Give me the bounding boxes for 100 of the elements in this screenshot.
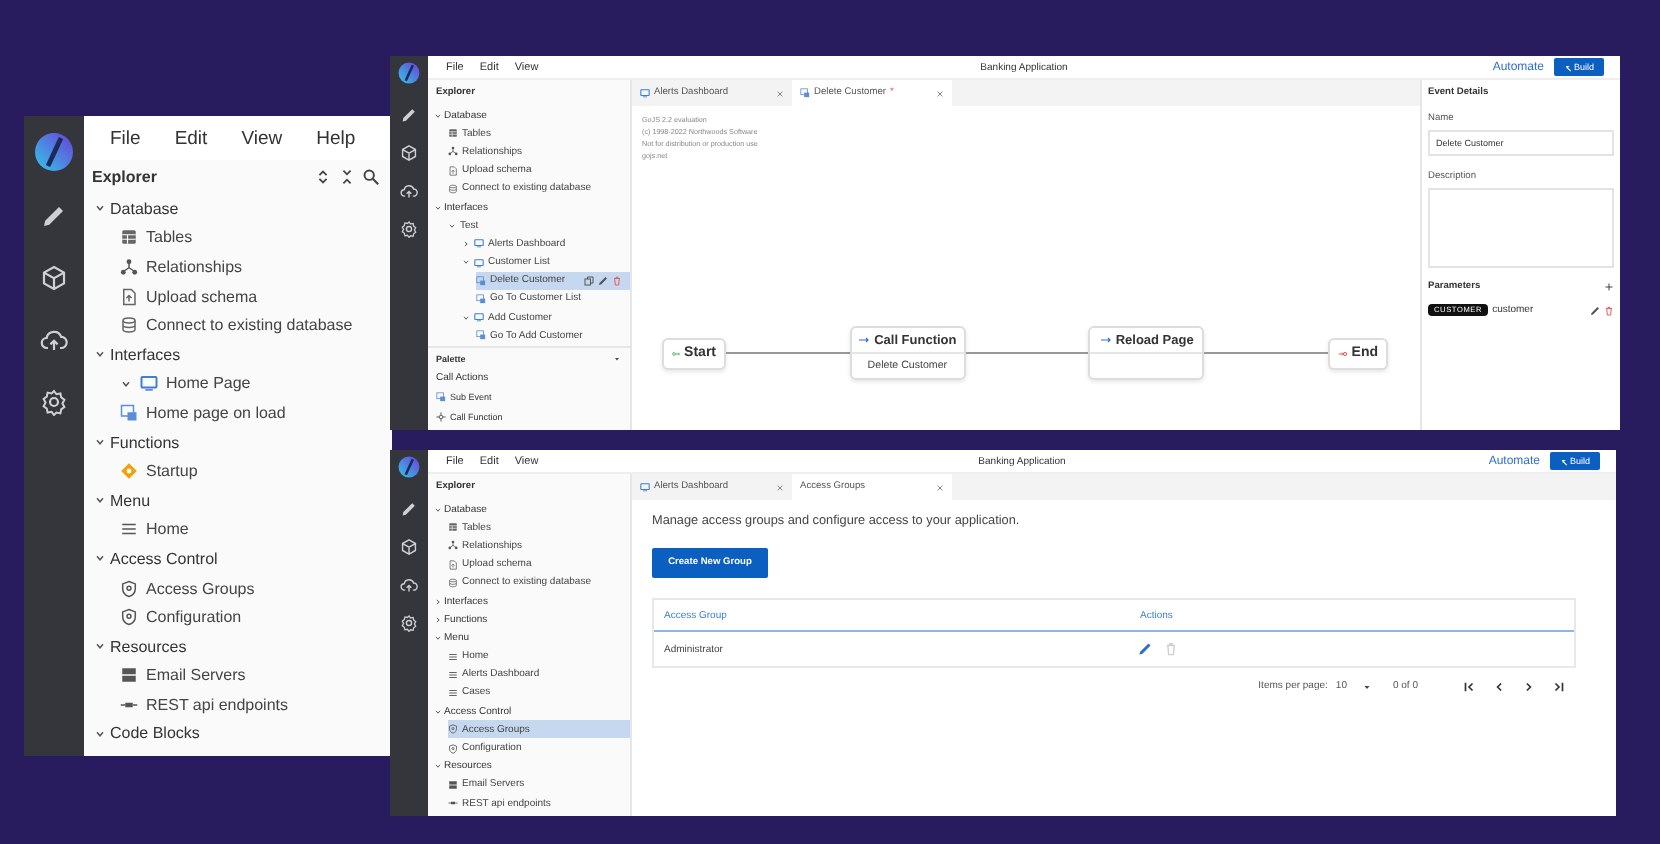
hierarchy-icon (448, 540, 458, 551)
hammer-icon (1559, 457, 1568, 465)
tree-item[interactable]: Connect to existing database (120, 310, 392, 340)
first-page-icon[interactable] (1462, 679, 1476, 693)
cube-icon[interactable] (40, 264, 68, 292)
chevron-left-icon[interactable] (1492, 679, 1506, 693)
gear-icon[interactable] (400, 220, 418, 238)
database-icon (448, 577, 458, 588)
table-icon (120, 228, 138, 247)
tree-item[interactable]: Home (120, 515, 392, 545)
menubar-item[interactable]: Edit (174, 127, 208, 149)
menubar-item[interactable]: Help (316, 127, 356, 149)
arrow-icon (1099, 336, 1112, 344)
shield-icon (448, 724, 458, 735)
tree-item[interactable]: REST api endpoints (120, 690, 392, 720)
edit-icon[interactable] (598, 275, 608, 286)
close-icon[interactable] (776, 89, 784, 97)
menubar-item[interactable]: View (241, 127, 283, 149)
chevron-icon[interactable] (94, 202, 106, 215)
start-icon (672, 349, 681, 357)
chevron-icon[interactable] (120, 377, 132, 390)
hammer-icon (1563, 63, 1572, 71)
monitor-icon (474, 312, 484, 323)
tree-item[interactable]: Configuration (120, 602, 392, 632)
tree-item[interactable]: Relationships (120, 252, 392, 282)
cloud-upload-icon[interactable] (400, 182, 418, 200)
tree-item[interactable]: Tables (120, 223, 392, 253)
connector-line (726, 352, 850, 354)
dropdown-caret-icon[interactable] (1362, 681, 1373, 691)
close-icon[interactable] (936, 483, 944, 491)
file-upload-icon (120, 287, 138, 306)
cube-icon[interactable] (400, 538, 418, 556)
shield-icon (448, 743, 458, 754)
copy-icon[interactable] (584, 275, 594, 286)
gear-icon[interactable] (40, 388, 68, 416)
menu-icon (448, 669, 458, 680)
window-icon (436, 392, 446, 403)
tree-item[interactable]: Home Page (120, 369, 392, 399)
database-icon (120, 316, 138, 335)
shield-icon (120, 608, 138, 627)
tree-item[interactable]: Code Blocks (94, 719, 392, 749)
tree-item[interactable]: Functions (94, 427, 392, 457)
delete-icon[interactable] (1604, 305, 1614, 315)
description-field[interactable] (1428, 188, 1614, 268)
add-icon[interactable] (1604, 282, 1614, 292)
monitor-icon (640, 482, 650, 492)
end-icon (1338, 349, 1348, 357)
arrow-icon (858, 336, 871, 344)
expand-icon[interactable] (314, 168, 332, 186)
caret-icon[interactable] (612, 354, 622, 364)
gear-icon[interactable] (400, 614, 418, 632)
monitor-icon (640, 88, 650, 98)
tree-item[interactable]: Home page on load (120, 398, 392, 428)
tree-item[interactable]: Access Control (94, 544, 392, 574)
search-icon[interactable] (362, 168, 380, 186)
window-icon (476, 330, 486, 341)
chevron-icon[interactable] (94, 494, 106, 507)
logo (398, 62, 420, 84)
tree-item[interactable]: Email Servers (120, 661, 392, 691)
chevron-icon[interactable] (94, 436, 106, 449)
edit-icon[interactable] (1590, 305, 1600, 315)
cloud-upload-icon[interactable] (400, 576, 418, 594)
tree-item[interactable]: Interfaces (94, 339, 392, 370)
menubar-item[interactable]: File (110, 127, 141, 149)
pencil-icon[interactable] (400, 500, 418, 518)
chevron-icon[interactable] (94, 348, 106, 361)
tree-item[interactable]: Startup (120, 456, 392, 486)
last-page-icon[interactable] (1552, 679, 1566, 693)
edit-icon[interactable] (1138, 642, 1152, 656)
file-upload-icon (448, 559, 458, 570)
database-icon (448, 183, 458, 194)
window-icon (800, 88, 810, 98)
hierarchy-icon (448, 146, 458, 157)
pencil-icon[interactable] (40, 202, 68, 230)
tree-item[interactable]: Menu (94, 485, 392, 516)
tree-item[interactable]: Access Groups (120, 573, 392, 603)
close-icon[interactable] (936, 89, 944, 97)
chevron-icon[interactable] (94, 552, 106, 565)
cloud-upload-icon[interactable] (40, 326, 68, 354)
chevron-icon[interactable] (94, 727, 106, 740)
server-icon (448, 779, 458, 790)
logo (398, 456, 420, 478)
explorer-title: Explorer (92, 168, 157, 186)
tree-item[interactable]: Upload schema (120, 281, 392, 311)
close-icon[interactable] (776, 483, 784, 491)
window-icon (476, 275, 486, 286)
cube-icon[interactable] (400, 144, 418, 162)
monitor-icon (474, 257, 484, 268)
menu-icon (448, 687, 458, 698)
tree-item[interactable]: Database (94, 194, 392, 224)
chevron-icon[interactable] (94, 640, 106, 653)
tree-item[interactable]: Resources (94, 631, 392, 661)
monitor-icon (140, 374, 158, 393)
window-icon (120, 403, 138, 422)
connector-line (1204, 352, 1329, 354)
pencil-icon[interactable] (400, 106, 418, 124)
chevron-right-icon[interactable] (1522, 679, 1536, 693)
server-icon (120, 666, 138, 685)
collapse-icon[interactable] (338, 168, 356, 186)
diamond-icon (120, 462, 138, 481)
